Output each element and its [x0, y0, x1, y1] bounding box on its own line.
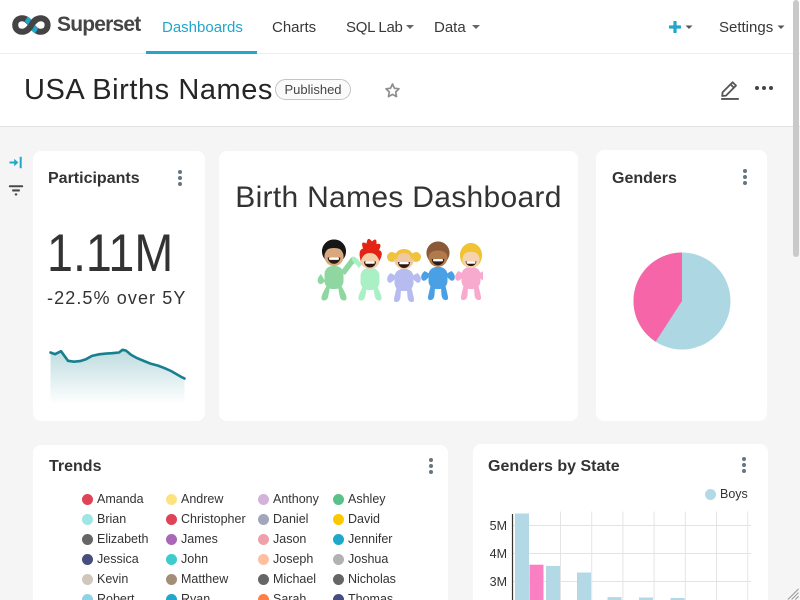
svg-text:4M: 4M: [490, 547, 507, 561]
svg-text:3M: 3M: [490, 575, 507, 589]
svg-text:5M: 5M: [490, 519, 507, 533]
